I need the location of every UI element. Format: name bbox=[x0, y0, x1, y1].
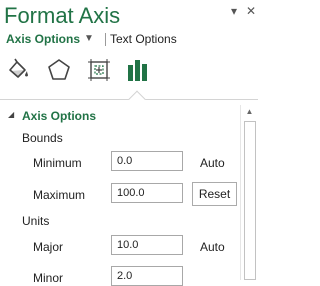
scroll-thumb[interactable] bbox=[244, 121, 256, 280]
pane-title: Format Axis bbox=[4, 3, 121, 28]
tab-text-options[interactable]: Text Options bbox=[110, 30, 177, 48]
axis-options-bars-icon[interactable] bbox=[124, 56, 152, 84]
size-properties-icon[interactable] bbox=[85, 56, 113, 84]
tab-axis-options[interactable]: Axis Options bbox=[6, 30, 80, 48]
minimum-label: Minimum bbox=[33, 156, 82, 170]
units-label: Units bbox=[22, 214, 50, 228]
selected-category-pointer bbox=[128, 90, 146, 108]
collapse-triangle-icon[interactable]: ◢ bbox=[8, 110, 14, 120]
minor-label: Minor bbox=[33, 271, 64, 285]
scroll-up-icon[interactable]: ▲ bbox=[241, 105, 258, 119]
close-icon[interactable]: ✕ bbox=[246, 4, 256, 18]
fill-line-icon[interactable] bbox=[4, 56, 32, 84]
pane-options-dropdown-icon[interactable]: ▾ bbox=[231, 4, 237, 18]
section-title[interactable]: Axis Options bbox=[22, 108, 96, 124]
chevron-down-icon[interactable]: ▼ bbox=[84, 30, 94, 48]
category-icon-row bbox=[0, 56, 258, 90]
reset-button[interactable]: Reset bbox=[192, 182, 237, 206]
major-input[interactable]: 10.0 bbox=[111, 235, 183, 255]
maximum-label: Maximum bbox=[33, 188, 86, 202]
tab-divider bbox=[105, 33, 106, 46]
bounds-label: Bounds bbox=[22, 131, 63, 145]
minimum-auto-label: Auto bbox=[200, 156, 225, 170]
major-auto-label: Auto bbox=[200, 240, 225, 254]
minor-input[interactable]: 2.0 bbox=[111, 266, 183, 286]
major-label: Major bbox=[33, 240, 64, 254]
format-axis-pane: Format Axis ▾ ✕ Axis Options ▼ Text Opti… bbox=[0, 0, 258, 286]
vertical-scrollbar[interactable]: ▲ bbox=[240, 105, 258, 280]
maximum-input[interactable]: 100.0 bbox=[111, 183, 183, 203]
minimum-input[interactable]: 0.0 bbox=[111, 151, 183, 171]
effects-pentagon-icon[interactable] bbox=[45, 56, 73, 84]
